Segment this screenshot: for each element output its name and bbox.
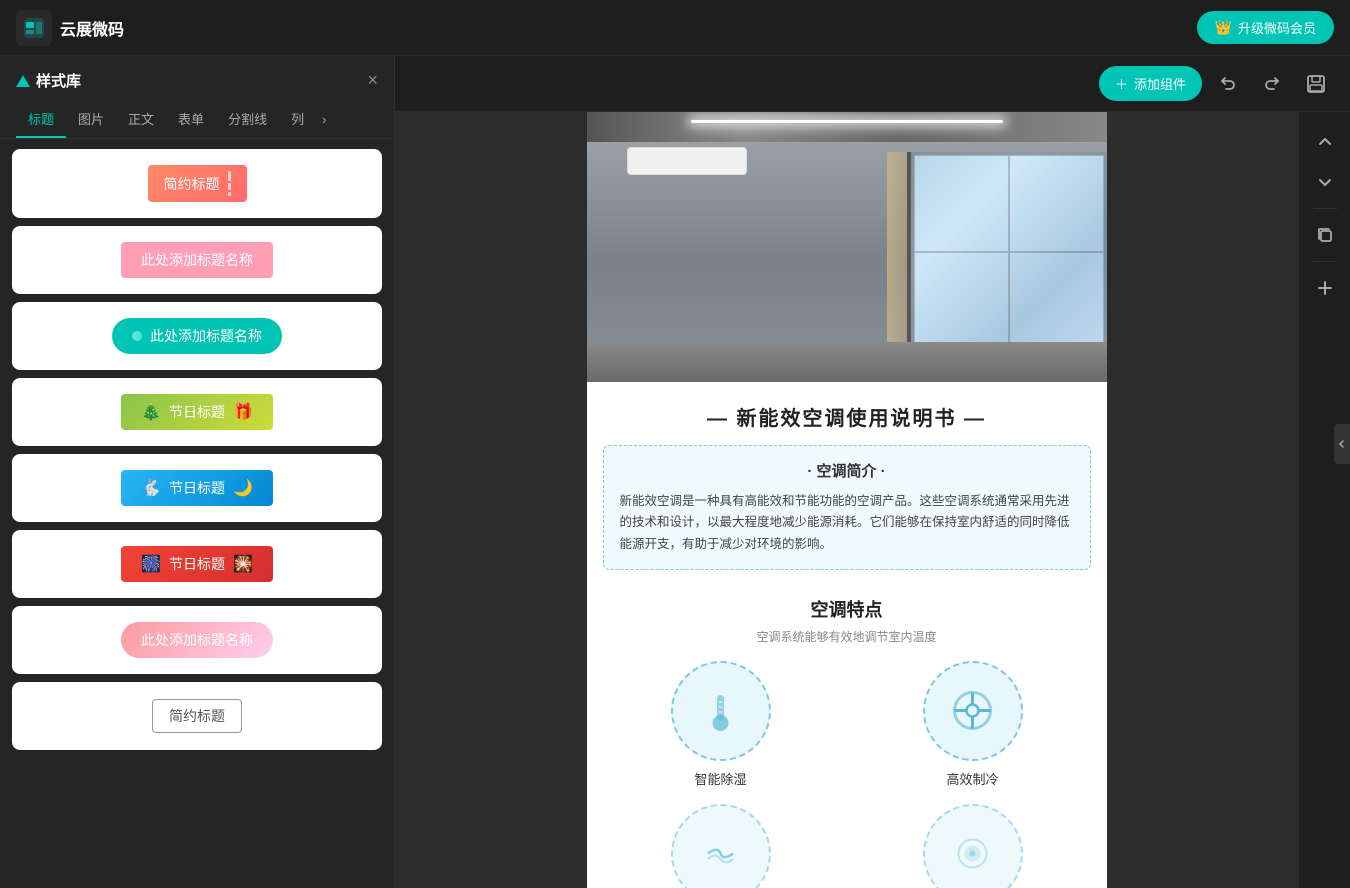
upgrade-button[interactable]: 👑 升级微码会员 (1197, 11, 1334, 44)
room-ceiling (587, 112, 1107, 142)
style-item-8[interactable]: 简约标题 (12, 682, 382, 750)
feature-label-1: 智能除湿 (694, 769, 746, 788)
style-holiday-green-preview: 🎄 节日标题 🎁 (121, 394, 273, 430)
move-up-button[interactable] (1307, 124, 1343, 160)
feature-item-3 (603, 804, 839, 888)
logo-area: 云展微码 (16, 10, 124, 46)
close-panel-button[interactable]: × (367, 70, 378, 91)
app-logo-text: 云展微码 (60, 16, 124, 40)
panel-title: 样式库 (16, 70, 81, 91)
style-holiday-blue-preview: 🐇 节日标题 🌙 (121, 470, 273, 506)
feature-icon-thermometer (671, 661, 771, 761)
tab-image[interactable]: 图片 (66, 101, 116, 138)
style-add-teal-preview: 此处添加标题名称 (112, 318, 282, 354)
style-simple-border-preview: 简约标题 (152, 699, 242, 733)
intro-section-content: 新能效空调是一种具有高能效和节能功能的空调产品。这些空调系统通常采用先进的技术和… (620, 491, 1074, 555)
panel-header: 样式库 × (0, 56, 394, 101)
tab-divider[interactable]: 分割线 (216, 101, 279, 138)
intro-section-box: · 空调简介 · 新能效空调是一种具有高能效和节能功能的空调产品。这些空调系统通… (603, 445, 1091, 570)
feature-item-1: 智能除湿 (603, 661, 839, 788)
content-row: — 新能效空调使用说明书 — · 空调简介 · 新能效空调是一种具有高能效和节能… (395, 112, 1350, 888)
features-title: 空调特点 (603, 596, 1091, 622)
style-item-6[interactable]: 🎆 节日标题 🎇 (12, 530, 382, 598)
tab-column[interactable]: 列 (279, 101, 316, 138)
redo-button[interactable] (1254, 66, 1290, 102)
style-add-pink-preview: 此处添加标题名称 (121, 242, 273, 278)
add-component-button[interactable]: ＋ 添加组件 (1099, 66, 1202, 101)
move-down-button[interactable] (1307, 164, 1343, 200)
tabs-bar: 标题 图片 正文 表单 分割线 列 › (0, 101, 394, 139)
style-item-4[interactable]: 🎄 节日标题 🎁 (12, 378, 382, 446)
feature-icon-cool (923, 661, 1023, 761)
tab-title[interactable]: 标题 (16, 101, 66, 138)
style-item-1[interactable]: 简约标题 (12, 149, 382, 218)
features-grid: 智能除湿 (603, 661, 1091, 888)
style-list: 简约标题 此处添加标题名称 此处添加标题名称 (0, 139, 394, 888)
triangle-icon (16, 75, 30, 87)
teal-dot (132, 331, 142, 341)
toolbar-separator-1 (1313, 208, 1337, 209)
top-bar: 云展微码 👑 升级微码会员 (0, 0, 1350, 56)
style-item-2[interactable]: 此处添加标题名称 (12, 226, 382, 294)
hero-image (587, 112, 1107, 382)
room-floor (587, 342, 1107, 382)
style-item-3[interactable]: 此处添加标题名称 (12, 302, 382, 370)
feature-icon-wind (671, 804, 771, 888)
tab-form[interactable]: 表单 (166, 101, 216, 138)
holiday-emoji-5: 🎆 (141, 554, 161, 574)
holiday-emoji-2: 🎁 (233, 402, 253, 422)
feature-item-2: 高效制冷 (855, 661, 1091, 788)
undo-button[interactable] (1210, 66, 1246, 102)
logo-icon (16, 10, 52, 46)
feature-icon-air (923, 804, 1023, 888)
window-frame (911, 152, 1107, 352)
collapse-right-panel-button[interactable] (1334, 424, 1350, 464)
toolbar-separator-2 (1313, 261, 1337, 262)
crown-icon: 👑 (1215, 19, 1232, 36)
style-simple-preview: 简约标题 (148, 165, 247, 202)
holiday-emoji-3: 🐇 (141, 478, 161, 498)
right-side: ＋ 添加组件 (395, 56, 1350, 888)
add-element-button[interactable] (1307, 270, 1343, 306)
left-panel: 样式库 × 标题 图片 正文 表单 分割线 列 › 简约标题 (0, 56, 395, 888)
main-title: — 新能效空调使用说明书 — (587, 382, 1107, 445)
main-layout: 样式库 × 标题 图片 正文 表单 分割线 列 › 简约标题 (0, 56, 1350, 888)
features-section: 空调特点 空调系统能够有效地调节室内温度 (587, 586, 1107, 888)
upgrade-label: 升级微码会员 (1238, 18, 1316, 37)
holiday-emoji-1: 🎄 (141, 402, 161, 422)
style-item-7[interactable]: 此处添加标题名称 (12, 606, 382, 674)
room-window (907, 152, 1107, 352)
top-right-bar: ＋ 添加组件 (395, 56, 1350, 112)
canvas-area[interactable]: — 新能效空调使用说明书 — · 空调简介 · 新能效空调是一种具有高能效和节能… (395, 112, 1298, 888)
ac-unit (627, 147, 747, 175)
holiday-emoji-6: 🎇 (233, 554, 253, 574)
style-holiday-red-preview: 🎆 节日标题 🎇 (121, 546, 273, 582)
tab-more-icon[interactable]: › (316, 104, 332, 135)
feature-item-4 (855, 804, 1091, 888)
right-toolbar (1298, 112, 1350, 888)
copy-button[interactable] (1307, 217, 1343, 253)
add-component-label: 添加组件 (1134, 74, 1186, 93)
holiday-emoji-4: 🌙 (233, 478, 253, 498)
feature-label-2: 高效制冷 (946, 769, 998, 788)
page-canvas: — 新能效空调使用说明书 — · 空调简介 · 新能效空调是一种具有高能效和节能… (587, 112, 1107, 888)
ceiling-light (691, 120, 1003, 123)
plus-icon: ＋ (1115, 74, 1128, 93)
style-add-gradient-preview: 此处添加标题名称 (121, 622, 273, 658)
style-item-5[interactable]: 🐇 节日标题 🌙 (12, 454, 382, 522)
save-button[interactable] (1298, 66, 1334, 102)
features-subtitle: 空调系统能够有效地调节室内温度 (603, 628, 1091, 645)
bars-icon (228, 171, 231, 196)
tab-text[interactable]: 正文 (116, 101, 166, 138)
intro-section-title: · 空调简介 · (620, 460, 1074, 481)
